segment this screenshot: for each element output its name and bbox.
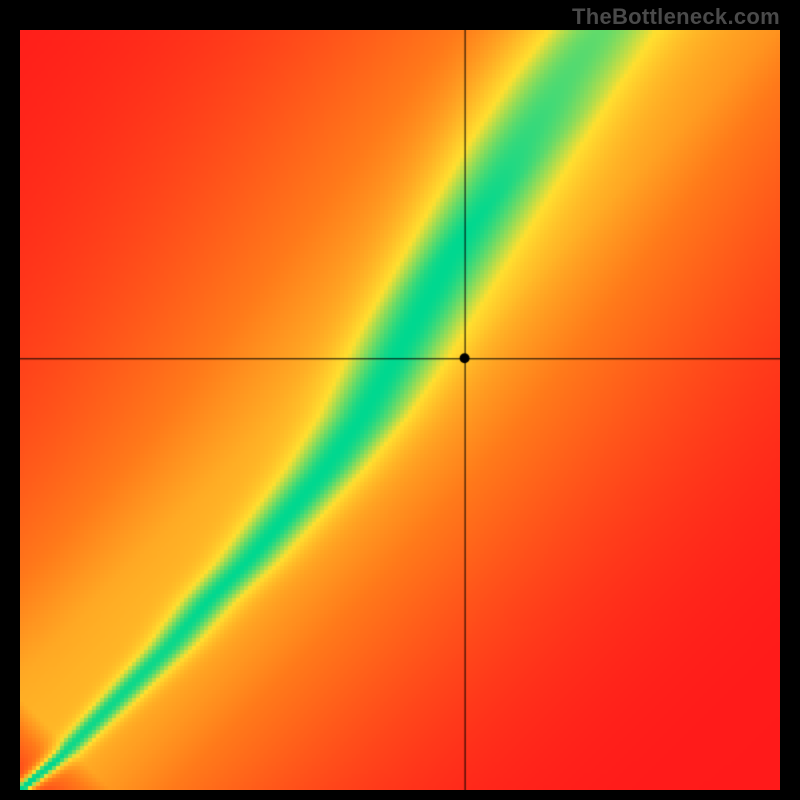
chart-frame: TheBottleneck.com — [0, 0, 800, 800]
watermark: TheBottleneck.com — [572, 4, 780, 30]
heatmap-canvas — [20, 30, 780, 790]
